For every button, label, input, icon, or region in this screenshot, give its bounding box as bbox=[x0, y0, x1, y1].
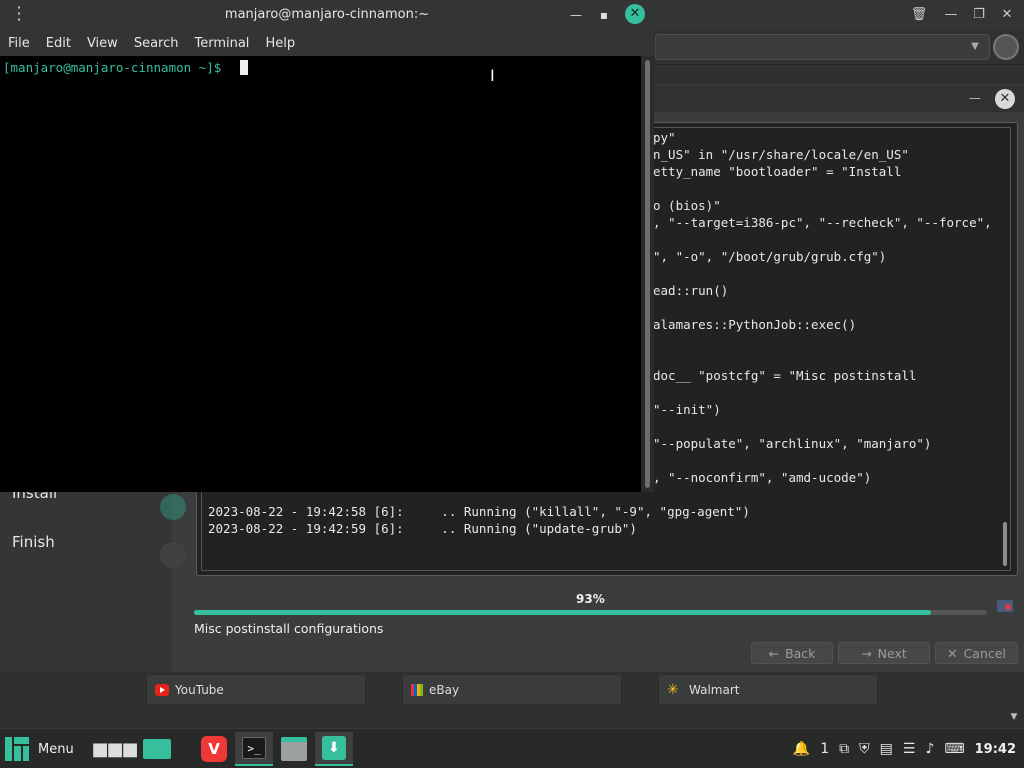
step-indicator bbox=[160, 494, 186, 520]
terminal-window: · · · manjaro@manjaro-cinnamon:~ — ▪ ✕ Fil… bbox=[0, 0, 654, 492]
next-button[interactable]: → Next bbox=[838, 642, 930, 664]
shell-prompt: [manjaro@manjaro-cinnamon ~]$ bbox=[3, 60, 229, 75]
log-line: "--populate", "archlinux", "manjaro") bbox=[653, 436, 932, 451]
update-shield-icon[interactable]: ⛨ bbox=[859, 741, 870, 757]
install-status: Misc postinstall configurations bbox=[194, 621, 384, 636]
walmart-icon: ✳ bbox=[667, 681, 679, 698]
restore-icon[interactable]: ❐ bbox=[970, 6, 988, 24]
log-line: 2023-08-22 - 19:42:59 [6]: .. Running ("… bbox=[208, 521, 637, 536]
log-line: doc__ "postcfg" = "Misc postinstall bbox=[653, 368, 917, 383]
log-line: , "--target=i386-pc", "--recheck", "--fo… bbox=[653, 215, 992, 230]
cancel-button[interactable]: ✕ Cancel bbox=[935, 642, 1018, 664]
log-line: n_US" in "/usr/share/locale/en_US" bbox=[653, 147, 909, 162]
minimize-icon[interactable]: — bbox=[968, 91, 982, 105]
workspaces-icon[interactable]: ▤ bbox=[880, 741, 893, 757]
taskbar: Menu ■■■ V >_ ⬇ 🔔 1 ⧉ ⛨ ▤ ☰ ♪ ⌨ 19:42 bbox=[0, 728, 1024, 768]
terminal-close-icon[interactable]: ✕ bbox=[625, 4, 645, 24]
menu-search[interactable]: Search bbox=[134, 36, 179, 51]
progress-bar-fill bbox=[194, 610, 932, 615]
log-line: ead::run() bbox=[653, 283, 729, 298]
system-tray: 🔔 1 ⧉ ⛨ ▤ ☰ ♪ ⌨ 19:42 bbox=[793, 729, 1016, 768]
log-line: etty_name "bootloader" = "Install bbox=[653, 164, 902, 179]
arrow-right-icon: → bbox=[861, 645, 872, 661]
terminal-scrollbar[interactable] bbox=[641, 56, 654, 492]
sound-icon[interactable]: ♪ bbox=[925, 741, 934, 757]
sidebar-step-finish: Finish bbox=[12, 533, 55, 551]
arrow-left-icon: ← bbox=[768, 645, 780, 661]
terminal-title: manjaro@manjaro-cinnamon:~ bbox=[224, 7, 430, 22]
desktop-icon bbox=[143, 739, 171, 759]
installer-close-icon[interactable]: ✕ bbox=[995, 89, 1015, 109]
log-scrollbar[interactable] bbox=[1003, 522, 1007, 566]
profile-avatar-icon[interactable] bbox=[993, 34, 1019, 60]
speed-dial-label: YouTube bbox=[175, 682, 224, 697]
log-line: 2023-08-22 - 19:42:58 [6]: .. Running ("… bbox=[208, 504, 750, 519]
menu-help[interactable]: Help bbox=[265, 36, 295, 51]
browser-address-bar[interactable] bbox=[655, 34, 990, 60]
speed-dial-walmart[interactable]: ✳ Walmart bbox=[658, 674, 878, 705]
keyboard-icon[interactable]: ⌨ bbox=[944, 741, 964, 757]
notification-count: 1 bbox=[820, 741, 830, 757]
apps-grid-icon: ■■■ bbox=[91, 738, 138, 760]
progress-bar bbox=[194, 610, 987, 615]
menu-edit[interactable]: Edit bbox=[46, 36, 71, 51]
minimize-icon[interactable]: — bbox=[942, 6, 960, 24]
log-line: , "--noconfirm", "amd-ucode") bbox=[653, 470, 872, 485]
terminal-icon: >_ bbox=[242, 737, 266, 759]
text-cursor bbox=[240, 60, 248, 75]
taskbar-terminal[interactable]: >_ bbox=[235, 732, 273, 766]
manjaro-logo-icon bbox=[4, 736, 30, 762]
alert-dot bbox=[1005, 604, 1011, 610]
back-button[interactable]: ← Back bbox=[751, 642, 833, 664]
speed-dial-ebay[interactable]: eBay bbox=[402, 674, 622, 705]
step-indicator bbox=[160, 542, 186, 568]
network-icon[interactable]: ☰ bbox=[903, 741, 916, 757]
maximize-icon[interactable]: ▪ bbox=[595, 6, 613, 24]
menu-file[interactable]: File bbox=[8, 36, 30, 51]
trash-icon[interactable]: 🗑 bbox=[910, 6, 928, 24]
terminal-body[interactable]: [manjaro@manjaro-cinnamon ~]$ I bbox=[0, 56, 641, 492]
terminal-menubar: File Edit View Search Terminal Help bbox=[0, 30, 654, 56]
log-line: o (bios)" bbox=[653, 198, 721, 213]
ebay-icon bbox=[411, 683, 423, 696]
menu-label: Menu bbox=[38, 741, 74, 757]
vivaldi-icon: V bbox=[201, 736, 227, 762]
log-line: "--init") bbox=[653, 402, 721, 417]
menu-view[interactable]: View bbox=[87, 36, 118, 51]
taskbar-files[interactable] bbox=[275, 732, 313, 766]
terminal-titlebar[interactable]: · · · manjaro@manjaro-cinnamon:~ — ▪ ✕ bbox=[0, 0, 654, 30]
window-list-icon[interactable]: ⧉ bbox=[839, 741, 849, 757]
menu-terminal[interactable]: Terminal bbox=[194, 36, 249, 51]
speed-dial-label: eBay bbox=[429, 682, 460, 697]
desktop: 🗑 — ❐ ✕ ▼ YouTube eBay ✳ Walmart ▼ — ✕ I… bbox=[0, 0, 1024, 768]
clock[interactable]: 19:42 bbox=[975, 742, 1016, 757]
close-icon: ✕ bbox=[947, 645, 958, 661]
file-manager-icon bbox=[281, 737, 307, 761]
browser-close-icon[interactable]: ✕ bbox=[998, 6, 1016, 24]
taskbar-vivaldi[interactable]: V bbox=[195, 732, 233, 766]
progress-percent: 93% bbox=[576, 592, 605, 606]
log-line: py" bbox=[653, 130, 676, 145]
log-line: ", "-o", "/boot/grub/grub.cfg") bbox=[653, 249, 887, 264]
minimize-icon[interactable]: — bbox=[567, 6, 585, 24]
notification-badge-icon bbox=[997, 600, 1013, 612]
installer-icon: ⬇ bbox=[322, 736, 346, 760]
show-apps-button[interactable]: ■■■ bbox=[91, 732, 138, 766]
speed-dial-youtube[interactable]: YouTube bbox=[146, 674, 366, 705]
log-line: alamares::PythonJob::exec() bbox=[653, 317, 857, 332]
notification-bell-icon[interactable]: 🔔 bbox=[793, 741, 810, 757]
scroll-down-icon[interactable]: ▼ bbox=[1008, 712, 1020, 724]
chevron-down-icon[interactable]: ▼ bbox=[968, 40, 982, 54]
speed-dial-label: Walmart bbox=[689, 682, 740, 697]
youtube-icon bbox=[155, 683, 169, 696]
show-desktop-button[interactable] bbox=[138, 732, 176, 766]
ibeam-cursor-icon: I bbox=[490, 66, 495, 85]
start-menu-button[interactable]: Menu bbox=[4, 733, 74, 765]
scrollbar-thumb[interactable] bbox=[645, 60, 650, 488]
taskbar-installer[interactable]: ⬇ bbox=[315, 732, 353, 766]
